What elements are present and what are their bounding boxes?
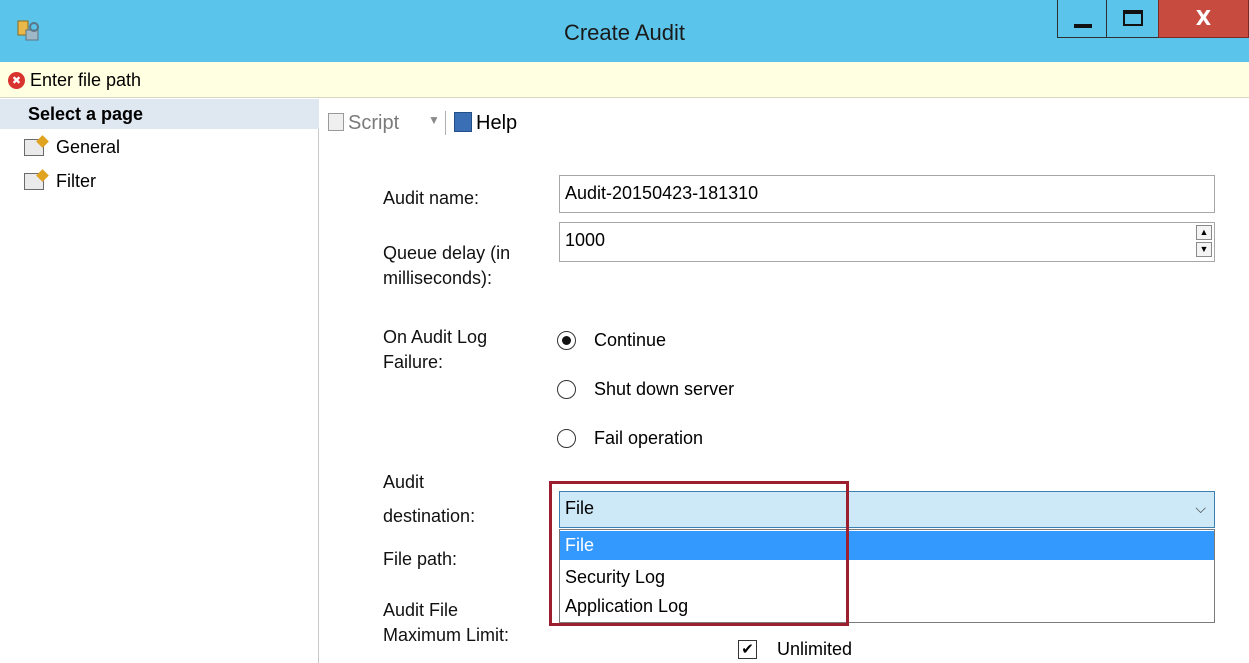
minimize-icon — [1074, 24, 1092, 28]
page-selector-title: Select a page — [28, 104, 144, 124]
unlimited-checkbox[interactable]: ✔ — [738, 640, 757, 659]
page-selector-pane: Select a page General Filter — [0, 99, 319, 663]
unlimited-label[interactable]: Unlimited — [777, 639, 852, 660]
minimize-button[interactable] — [1057, 0, 1107, 38]
properties-icon — [24, 173, 44, 190]
maximize-icon — [1123, 10, 1143, 26]
destination-label-line2: destination: — [383, 506, 476, 526]
close-button[interactable]: X — [1158, 0, 1249, 38]
error-icon: ✖ — [8, 72, 25, 89]
queue-delay-label: Queue delay (in — [383, 243, 511, 263]
on-failure-label-line2: Failure: — [383, 352, 444, 372]
radio-fail-operation-label[interactable]: Fail operation — [594, 428, 703, 449]
help-button[interactable]: Help — [454, 112, 517, 135]
script-button[interactable]: Script — [328, 112, 399, 135]
help-icon — [454, 112, 472, 132]
dropdown-option-application-log[interactable]: Application Log — [560, 592, 1214, 621]
max-limit-label: Audit File — [383, 600, 459, 620]
radio-shut-down-server-label[interactable]: Shut down server — [594, 379, 734, 400]
on-failure-label: On Audit Log — [383, 327, 488, 347]
error-bar: ✖ Enter file path — [0, 62, 1249, 98]
file-path-label: File path: — [383, 549, 458, 569]
destination-selected-value: File — [565, 498, 595, 518]
radio-fail-operation[interactable] — [557, 429, 576, 448]
dropdown-option-file[interactable]: File — [560, 531, 1214, 560]
app-icon — [17, 20, 39, 41]
max-limit-label-line2: Maximum Limit: — [383, 625, 510, 645]
page-item-filter[interactable]: Filter — [22, 169, 312, 195]
script-label: Script — [348, 112, 400, 134]
script-dropdown-arrow-icon[interactable]: ▼ — [428, 113, 440, 127]
script-icon — [328, 113, 344, 131]
audit-name-label: Audit name: — [383, 188, 480, 208]
queue-delay-spin[interactable]: ▲ ▼ — [1196, 225, 1212, 259]
radio-shut-down-server[interactable] — [557, 380, 576, 399]
chevron-down-icon[interactable]: ⌵ — [1195, 500, 1206, 517]
properties-icon — [24, 139, 44, 156]
queue-delay-label-line2: milliseconds): — [383, 268, 493, 288]
radio-continue-label[interactable]: Continue — [594, 330, 666, 351]
destination-label: Audit — [383, 472, 425, 492]
audit-name-input[interactable]: Audit-20150423-181310 — [559, 175, 1215, 213]
destination-select[interactable]: File ⌵ — [559, 491, 1215, 528]
destination-dropdown-list: File Security Log Application Log — [559, 529, 1215, 623]
title-bar: Create Audit X — [0, 0, 1249, 62]
radio-continue[interactable] — [557, 331, 576, 350]
toolbar: Script ▼ Help — [320, 99, 1249, 147]
spin-up-icon[interactable]: ▲ — [1196, 225, 1212, 240]
page-item-label: Filter — [56, 171, 96, 191]
close-icon: X — [1195, 6, 1212, 30]
maximize-button[interactable] — [1106, 0, 1159, 38]
spin-down-icon[interactable]: ▼ — [1196, 242, 1212, 257]
queue-delay-stepper[interactable]: 1000 ▲ ▼ — [559, 222, 1215, 262]
toolbar-separator — [445, 111, 446, 135]
help-label: Help — [476, 112, 518, 134]
queue-delay-value: 1000 — [565, 230, 606, 250]
page-item-label: General — [56, 137, 121, 157]
page-selector-header: Select a page — [0, 99, 319, 129]
page-item-general[interactable]: General — [22, 135, 312, 161]
error-message: Enter file path — [30, 70, 142, 90]
dropdown-option-security-log[interactable]: Security Log — [560, 563, 1214, 592]
